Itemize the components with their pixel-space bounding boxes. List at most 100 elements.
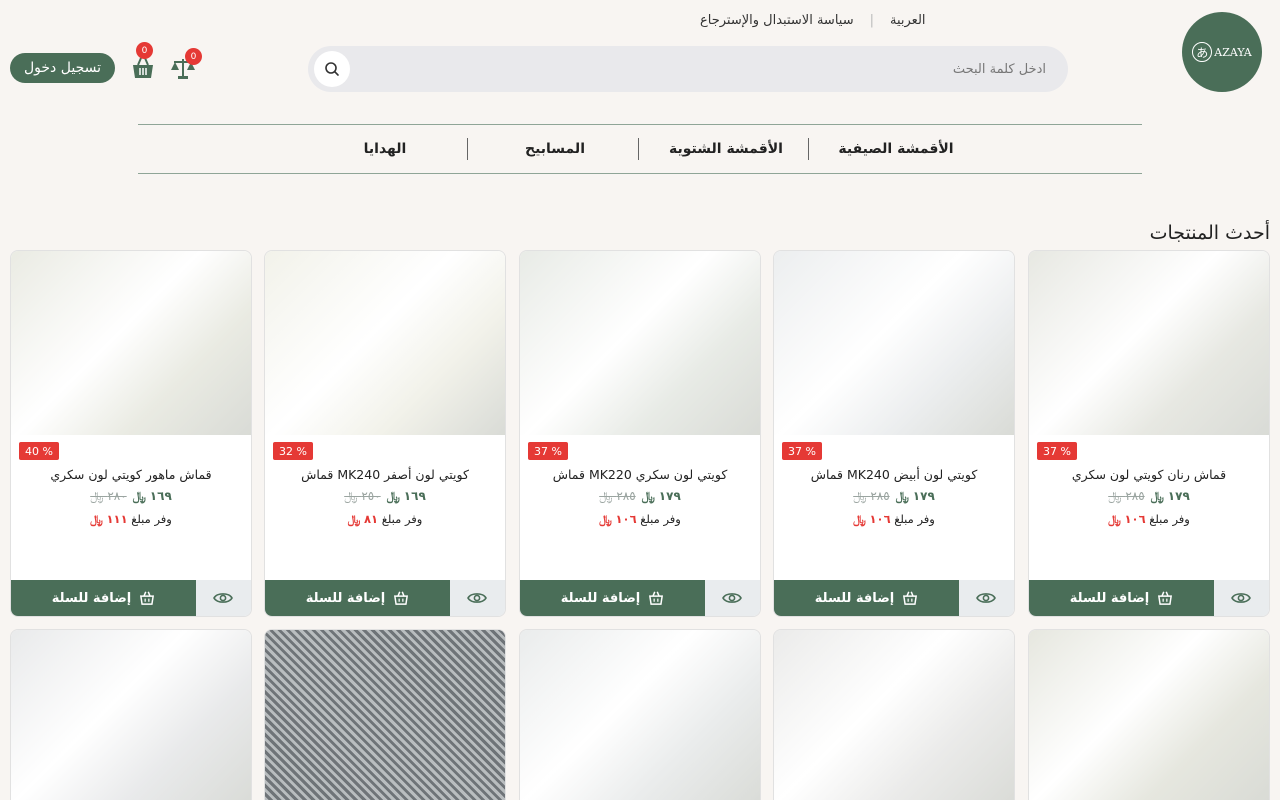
product-card[interactable] bbox=[1028, 629, 1270, 800]
product-image[interactable] bbox=[1029, 251, 1269, 435]
add-to-cart-label: إضافة للسلة bbox=[305, 590, 386, 606]
language-link[interactable]: العربية bbox=[890, 13, 926, 28]
basket-icon bbox=[1158, 591, 1173, 605]
saving-label: وفر مبلغ bbox=[894, 512, 935, 526]
product-price: ١٧٩ ﷼٢٨٥ ﷼ bbox=[520, 489, 760, 504]
discount-badge: 40 % bbox=[19, 442, 59, 460]
current-price: ١٧٩ bbox=[1167, 489, 1190, 503]
product-card[interactable]: 37 % قماش MK220 كويتي لون سكري ١٧٩ ﷼٢٨٥ ﷼ و… bbox=[519, 250, 761, 617]
product-name[interactable]: قماش MK240 كويتي لون أبيض bbox=[774, 467, 1014, 482]
currency-symbol: ﷼ bbox=[895, 489, 909, 503]
quick-view-button[interactable] bbox=[704, 580, 760, 616]
discount-badge: 32 % bbox=[273, 442, 313, 460]
product-card[interactable]: 32 % قماش MK240 كويتي لون أصفر ١٦٩ ﷼٢٥٠ ﷼ و… bbox=[264, 250, 506, 617]
current-price: ١٦٩ bbox=[149, 489, 172, 503]
add-to-cart-button[interactable]: إضافة للسلة bbox=[11, 580, 196, 616]
login-button[interactable]: تسجيل دخول bbox=[10, 53, 115, 83]
nav-divider bbox=[638, 138, 639, 160]
currency-symbol: ﷼ bbox=[347, 512, 361, 526]
nav-gifts[interactable]: الهدايا bbox=[338, 125, 432, 173]
top-links: العربية | سياسة الاستبدال والإسترجاع bbox=[700, 10, 1062, 30]
add-to-cart-label: إضافة للسلة bbox=[814, 590, 895, 606]
saving-amount: ٨١ bbox=[364, 512, 379, 526]
currency-symbol: ﷼ bbox=[853, 512, 866, 526]
add-to-cart-button[interactable]: إضافة للسلة bbox=[520, 580, 705, 616]
product-image[interactable] bbox=[265, 630, 505, 800]
saving-label: وفر مبلغ bbox=[640, 512, 681, 526]
product-card[interactable]: 37 % قماش MK240 كويتي لون أبيض ١٧٩ ﷼٢٨٥ ﷼ و… bbox=[773, 250, 1015, 617]
add-to-cart-label: إضافة للسلة bbox=[560, 590, 641, 606]
old-price: ٢٥٠ ﷼ bbox=[344, 489, 380, 503]
saving-amount: ١١١ bbox=[106, 512, 128, 526]
old-price-value: ٢٨٠ bbox=[107, 489, 127, 503]
search-bar bbox=[308, 46, 1068, 92]
product-card[interactable] bbox=[10, 629, 252, 800]
product-image[interactable] bbox=[265, 251, 505, 435]
product-image[interactable] bbox=[774, 251, 1014, 435]
currency-symbol: ﷼ bbox=[90, 489, 104, 503]
old-price-value: ٢٨٥ bbox=[1125, 489, 1145, 503]
nav-divider bbox=[467, 138, 468, 160]
main-nav: الأقمشة الصيفية الأقمشة الشتوية المسابيح… bbox=[138, 124, 1142, 174]
saving-label: وفر مبلغ bbox=[381, 512, 423, 526]
product-image[interactable] bbox=[11, 251, 251, 435]
quick-view-button[interactable] bbox=[958, 580, 1014, 616]
product-name[interactable]: قماش ماهور كويتي لون سكري bbox=[11, 467, 251, 482]
product-card[interactable] bbox=[773, 629, 1015, 800]
search-input[interactable] bbox=[386, 46, 1046, 92]
currency-symbol: ﷼ bbox=[599, 512, 612, 526]
product-price: ١٦٩ ﷼٢٥٠ ﷼ bbox=[265, 489, 505, 504]
product-name[interactable]: قماش MK240 كويتي لون أصفر bbox=[265, 467, 505, 482]
section-title: أحدث المنتجات bbox=[1149, 222, 1270, 244]
eye-icon bbox=[722, 593, 742, 603]
product-card[interactable] bbox=[519, 629, 761, 800]
old-price: ٢٨٠ ﷼ bbox=[90, 489, 126, 503]
product-price: ١٧٩ ﷼٢٨٥ ﷼ bbox=[1029, 489, 1269, 504]
search-icon bbox=[325, 62, 339, 76]
product-image[interactable] bbox=[520, 630, 760, 800]
return-policy-link[interactable]: سياسة الاستبدال والإسترجاع bbox=[700, 13, 854, 28]
add-to-cart-label: إضافة للسلة bbox=[51, 590, 132, 606]
product-image[interactable] bbox=[520, 251, 760, 435]
search-button[interactable] bbox=[314, 51, 350, 87]
basket-icon bbox=[649, 591, 664, 605]
discount-badge: 37 % bbox=[528, 442, 568, 460]
nav-summer-fabrics[interactable]: الأقمشة الصيفية bbox=[838, 125, 954, 173]
basket-icon bbox=[394, 591, 409, 605]
add-to-cart-button[interactable]: إضافة للسلة bbox=[774, 580, 959, 616]
old-price: ٢٨٥ ﷼ bbox=[599, 489, 635, 503]
saving-line: وفر مبلغ ١٠٦ ﷼ bbox=[1029, 512, 1269, 527]
current-price: ١٧٩ bbox=[912, 489, 935, 503]
add-to-cart-button[interactable]: إضافة للسلة bbox=[1029, 580, 1214, 616]
product-image[interactable] bbox=[774, 630, 1014, 800]
currency-symbol: ﷼ bbox=[641, 489, 655, 503]
product-card[interactable]: 37 % قماش رنان كويتي لون سكري ١٧٩ ﷼٢٨٥ ﷼ وف… bbox=[1028, 250, 1270, 617]
product-card[interactable] bbox=[264, 629, 506, 800]
top-links-divider: | bbox=[869, 12, 874, 28]
product-name[interactable]: قماش رنان كويتي لون سكري bbox=[1029, 467, 1269, 482]
add-to-cart-button[interactable]: إضافة للسلة bbox=[265, 580, 450, 616]
product-name[interactable]: قماش MK220 كويتي لون سكري bbox=[520, 467, 760, 482]
currency-symbol: ﷼ bbox=[853, 489, 867, 503]
saving-amount: ١٠٦ bbox=[615, 512, 637, 526]
product-image[interactable] bbox=[1029, 630, 1269, 800]
nav-prayer-beads[interactable]: المسابيح bbox=[506, 125, 604, 173]
nav-winter-fabrics[interactable]: الأقمشة الشتوية bbox=[654, 125, 798, 173]
eye-icon bbox=[467, 593, 487, 603]
old-price-value: ٢٥٠ bbox=[361, 489, 381, 503]
product-price: ١٧٩ ﷼٢٨٥ ﷼ bbox=[774, 489, 1014, 504]
quick-view-button[interactable] bbox=[449, 580, 505, 616]
currency-symbol: ﷼ bbox=[1150, 489, 1164, 503]
quick-view-button[interactable] bbox=[1213, 580, 1269, 616]
currency-symbol: ﷼ bbox=[1108, 489, 1122, 503]
product-card[interactable]: 40 % قماش ماهور كويتي لون سكري ١٦٩ ﷼٢٨٠ ﷼ و… bbox=[10, 250, 252, 617]
quick-view-button[interactable] bbox=[195, 580, 251, 616]
saving-label: وفر مبلغ bbox=[131, 512, 172, 526]
site-logo[interactable]: あ AZAYA bbox=[1182, 12, 1262, 92]
add-to-cart-label: إضافة للسلة bbox=[1069, 590, 1150, 606]
old-price: ٢٨٥ ﷼ bbox=[853, 489, 889, 503]
old-price: ٢٨٥ ﷼ bbox=[1108, 489, 1144, 503]
currency-symbol: ﷼ bbox=[90, 512, 103, 526]
product-image[interactable] bbox=[11, 630, 251, 800]
discount-badge: 37 % bbox=[782, 442, 822, 460]
